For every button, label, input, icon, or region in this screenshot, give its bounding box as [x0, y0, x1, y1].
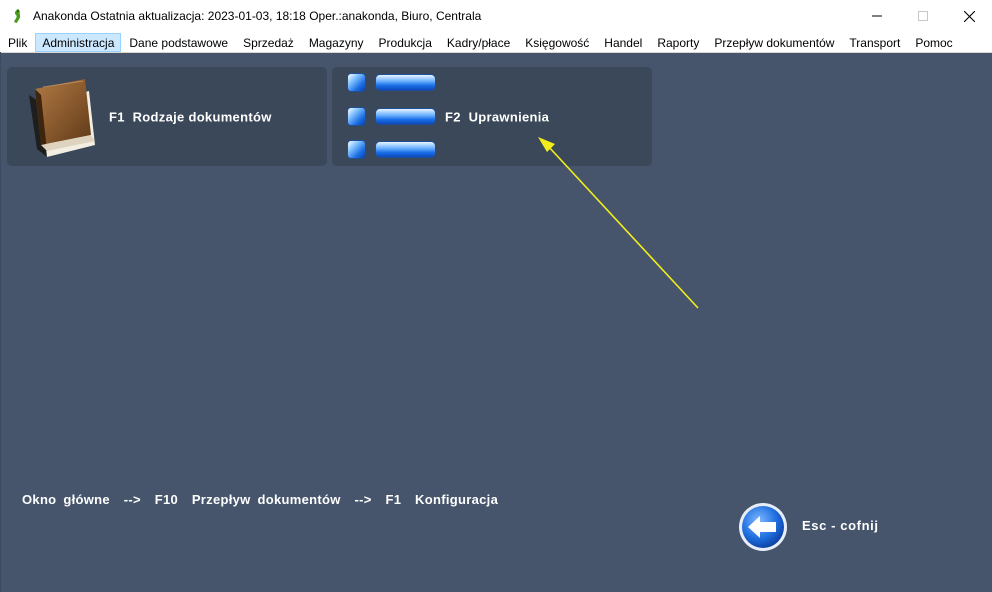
menu-item-przeplyw-dokumentow[interactable]: Przepływ dokumentów: [707, 33, 841, 52]
menu-bar: Plik Administracja Dane podstawowe Sprze…: [0, 32, 992, 53]
menu-item-handel[interactable]: Handel: [597, 33, 649, 52]
maximize-button[interactable]: [900, 0, 946, 32]
window-edge: [0, 52, 1, 592]
menu-item-dane-podstawowe[interactable]: Dane podstawowe: [122, 33, 235, 52]
menu-item-transport[interactable]: Transport: [842, 33, 907, 52]
menu-item-plik[interactable]: Plik: [1, 33, 34, 52]
menu-item-kadry-place[interactable]: Kadry/płace: [440, 33, 517, 52]
minimize-icon: [872, 15, 882, 17]
menu-item-pomoc[interactable]: Pomoc: [908, 33, 959, 52]
close-icon: [963, 10, 975, 22]
menu-item-ksiegowosc[interactable]: Księgowość: [518, 33, 596, 52]
menu-item-sprzedaz[interactable]: Sprzedaż: [236, 33, 301, 52]
close-button[interactable]: [946, 0, 992, 32]
back-button-label[interactable]: Esc - cofnij: [802, 518, 879, 533]
menu-item-produkcja[interactable]: Produkcja: [372, 33, 439, 52]
maximize-icon: [918, 11, 928, 21]
minimize-button[interactable]: [854, 0, 900, 32]
back-arrow-icon[interactable]: [738, 502, 788, 552]
tile-rodzaje-dokumentow[interactable]: F1 Rodzaje dokumentów: [7, 67, 327, 166]
tile-label-rodzaje-dokumentow: F1 Rodzaje dokumentów: [109, 109, 272, 124]
anakonda-icon: [14, 9, 21, 23]
main-panel: F1 Rodzaje dokumentów F2 Uprawnienia Okn…: [0, 53, 992, 592]
title-bar: Anakonda Ostatnia aktualizacja: 2023-01-…: [0, 0, 992, 32]
book-icon: [29, 79, 95, 157]
window-title: Anakonda Ostatnia aktualizacja: 2023-01-…: [33, 9, 482, 23]
menu-item-raporty[interactable]: Raporty: [650, 33, 706, 52]
tile-label-uprawnienia: F2 Uprawnienia: [445, 109, 550, 124]
tile-uprawnienia[interactable]: F2 Uprawnienia: [332, 67, 652, 166]
menu-item-administracja[interactable]: Administracja: [35, 32, 122, 52]
menu-item-magazyny[interactable]: Magazyny: [302, 33, 371, 52]
breadcrumb: Okno główne --> F10 Przepływ dokumentów …: [22, 492, 499, 507]
